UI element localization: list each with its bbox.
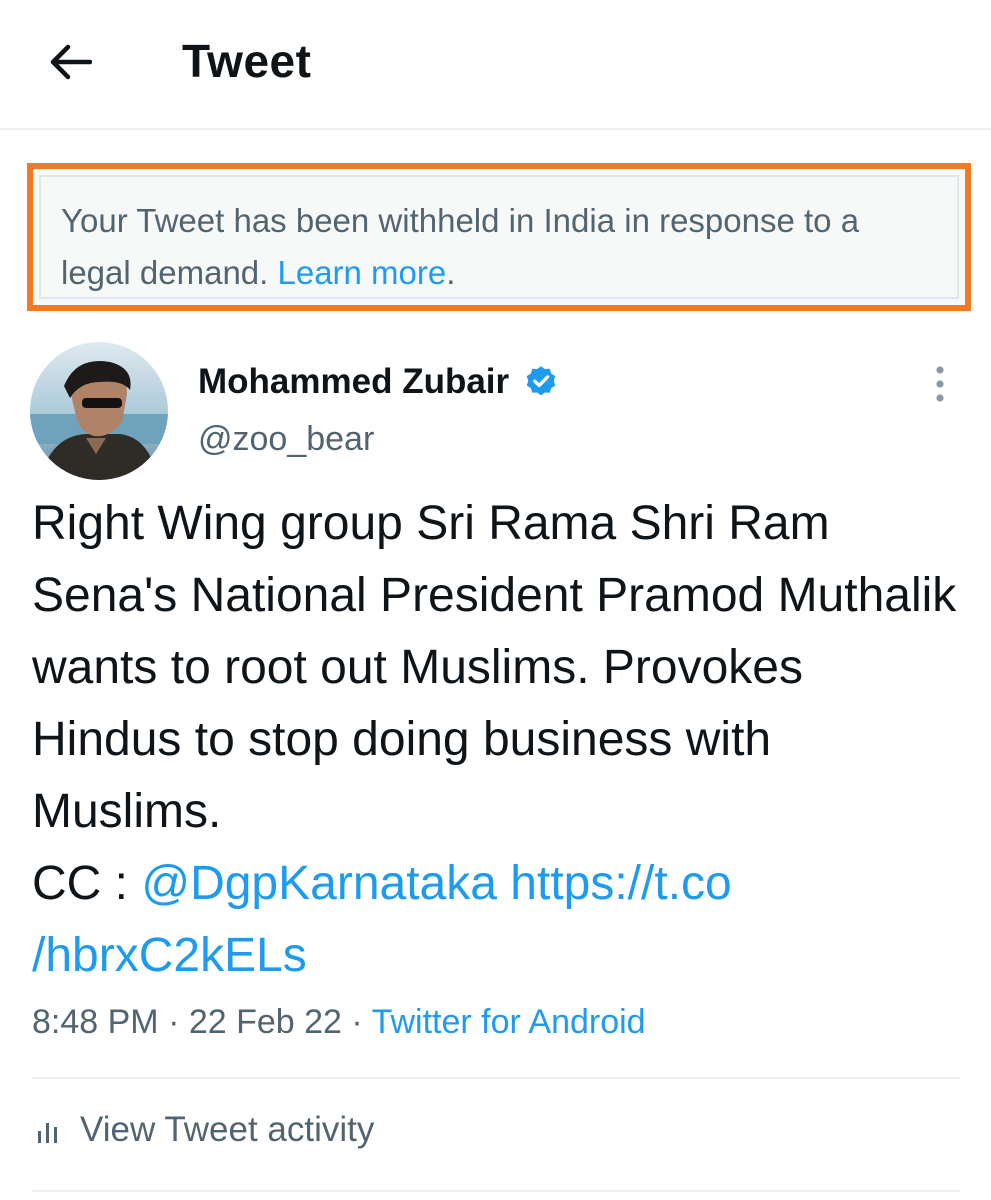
bar-chart-icon	[38, 1123, 57, 1143]
meta-separator: ·	[341, 1003, 372, 1041]
tweet-meta: 8:48 PM · 22 Feb 22 · Twitter for Androi…	[32, 1003, 646, 1042]
arrow-left-icon	[50, 44, 92, 80]
author-name[interactable]: Mohammed Zubair	[198, 362, 559, 402]
top-bar: Tweet	[0, 0, 991, 130]
avatar[interactable]	[30, 342, 168, 480]
withheld-notice: Your Tweet has been withheld in India in…	[27, 163, 971, 311]
meta-separator: ·	[158, 1003, 189, 1041]
url-part-2: /hbrxC2kELs	[32, 929, 307, 982]
bottom-divider	[32, 1190, 960, 1192]
more-options-button[interactable]	[922, 364, 958, 404]
verified-badge-icon	[526, 366, 556, 396]
view-activity-button[interactable]: View Tweet activity	[34, 1110, 374, 1150]
avatar-image	[30, 342, 168, 480]
tweet-source-link[interactable]: Twitter for Android	[372, 1003, 646, 1041]
tweet-time[interactable]: 8:48 PM	[32, 1003, 159, 1041]
author-handle[interactable]: @zoo_bear	[198, 420, 374, 459]
cc-prefix: CC :	[32, 857, 142, 910]
tweet-text: Right Wing group Sri Rama Shri Ram Sena'…	[32, 497, 957, 838]
view-activity-label: View Tweet activity	[80, 1110, 375, 1149]
author-display-name: Mohammed Zubair	[198, 362, 510, 401]
notice-text: Your Tweet has been withheld in India in…	[61, 195, 937, 299]
divider	[32, 1077, 960, 1079]
back-button[interactable]	[40, 36, 100, 88]
learn-more-link[interactable]: Learn more	[277, 254, 446, 291]
tweet-date[interactable]: 22 Feb 22	[189, 1003, 342, 1041]
tweet-body: Right Wing group Sri Rama Shri Ram Sena'…	[32, 488, 962, 992]
notice-suffix: .	[446, 254, 456, 291]
mention-link[interactable]: @DgpKarnataka	[141, 857, 497, 910]
notice-message: Your Tweet has been withheld in India in…	[61, 202, 860, 291]
more-vertical-icon	[936, 366, 944, 402]
page-title: Tweet	[182, 35, 312, 87]
url-part-1: https://t.co	[510, 857, 732, 910]
